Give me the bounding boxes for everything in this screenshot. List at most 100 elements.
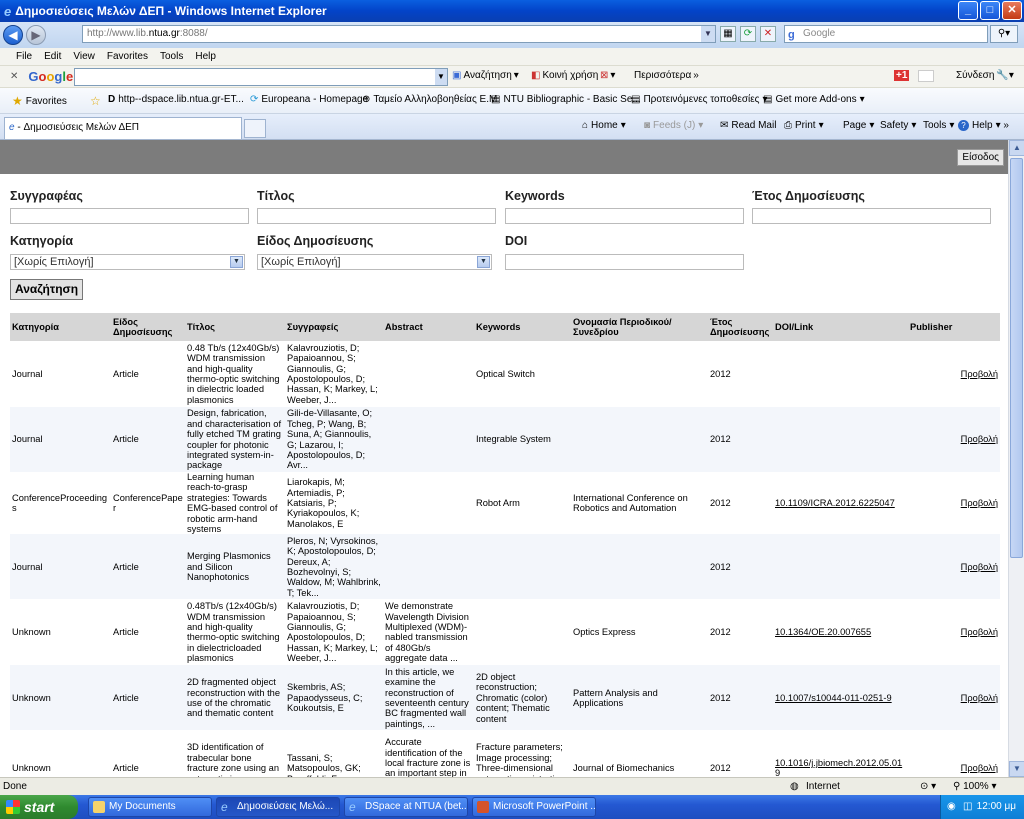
menu-edit[interactable]: Edit (38, 51, 67, 62)
google-toolbar-close-icon[interactable]: ✕ (10, 71, 18, 82)
view-link[interactable]: Προβολή (961, 627, 998, 637)
type-select[interactable]: [Χωρίς Επιλογή] ▼ (257, 254, 492, 270)
fav-ntu-bibliographic[interactable]: ▤ NTU Bibliographic - Basic Se... (491, 94, 641, 105)
wrench-icon[interactable]: 🔧▾ (996, 70, 1013, 81)
google-more-button[interactable]: Περισσότερα » (634, 70, 699, 81)
view-link[interactable]: Προβολή (961, 498, 998, 508)
task-ie-publications[interactable]: e Δημοσιεύσεις Μελώ... (216, 797, 340, 817)
google-toolbar-input[interactable]: ▼ (74, 68, 448, 86)
add-favorite-icon[interactable]: ☆ (90, 94, 101, 108)
cell-journal (571, 341, 708, 407)
help-menu-button[interactable]: ? Help ▾ » (958, 120, 1009, 131)
col-year[interactable]: Έτος Δημοσίευσης (708, 313, 773, 341)
address-dropdown-icon[interactable]: ▼ (701, 26, 715, 42)
favorites-button[interactable]: ★ Favorites (12, 94, 67, 108)
fav-tameio[interactable]: ⊛ Ταμείο Αλληλοβοηθείας Ε.Μ (362, 94, 497, 105)
stop-icon[interactable]: ✕ (760, 26, 776, 42)
search-button[interactable]: Αναζήτηση (10, 279, 84, 300)
address-bar[interactable]: http://www.lib.ntua.gr:8088/ ▼ (82, 25, 716, 43)
gplus-button[interactable]: +1 (894, 70, 910, 81)
chevron-down-icon[interactable]: ▼ (230, 256, 243, 268)
google-search-button[interactable]: ▣ Αναζήτηση ▾ (452, 70, 519, 81)
scroll-thumb[interactable] (1010, 158, 1023, 558)
doi-link[interactable]: 10.1364/OE.20.007655 (775, 627, 871, 637)
task-my-documents[interactable]: My Documents (88, 797, 212, 817)
cell-abstract: We demonstrate Wavelength Division Multi… (385, 601, 469, 664)
author-input[interactable] (10, 208, 249, 224)
browser-search-button[interactable]: ⚲▾ (990, 25, 1018, 43)
task-dspace[interactable]: e DSpace at NTUA (bet... (344, 797, 468, 817)
fav-europeana[interactable]: ⟳ Europeana - Homepage (250, 94, 368, 105)
home-button[interactable]: ⌂ Home ▾ (582, 120, 626, 131)
keywords-label: Keywords (505, 189, 565, 203)
menu-help[interactable]: Help (189, 51, 222, 62)
task-powerpoint[interactable]: Microsoft PowerPoint ... (472, 797, 596, 817)
menu-favorites[interactable]: Favorites (101, 51, 154, 62)
doi-link[interactable]: 10.1007/s10044-011-0251-9 (775, 693, 892, 703)
maximize-button[interactable]: □ (980, 1, 1000, 20)
tools-menu-button[interactable]: Tools ▾ (923, 120, 954, 131)
view-link[interactable]: Προβολή (961, 562, 998, 572)
page-header: Είσοδος (0, 140, 1008, 174)
protected-mode-icon[interactable]: ⊙ ▾ (920, 781, 936, 792)
minimize-button[interactable]: _ (958, 1, 978, 20)
doi-link[interactable]: 10.1109/ICRA.2012.6225047 (775, 498, 895, 508)
cell-view: Προβολή (954, 665, 1000, 731)
login-button[interactable]: Είσοδος (957, 149, 1004, 166)
menu-tools[interactable]: Tools (154, 51, 189, 62)
safety-menu-button[interactable]: Safety ▾ (880, 120, 916, 131)
forward-button[interactable]: ▶ (26, 25, 46, 45)
feeds-button[interactable]: ◙ Feeds (J) ▾ (644, 120, 703, 131)
vertical-scrollbar[interactable]: ▲ ▼ (1008, 140, 1024, 777)
keywords-input[interactable] (505, 208, 744, 224)
tab-active[interactable]: e - Δημοσιεύσεις Μελών ΔΕΠ (4, 117, 242, 139)
col-journal[interactable]: Ονομασία Περιοδικού/Συνεδρίου (571, 313, 708, 341)
col-abstract[interactable]: Abstract (383, 313, 474, 341)
col-authors[interactable]: Συγγραφείς (285, 313, 383, 341)
compatibility-icon[interactable]: ▦ (720, 26, 736, 42)
scroll-down-icon[interactable]: ▼ (1009, 761, 1024, 777)
network-icon[interactable]: ◫ (963, 795, 972, 819)
browser-search-input[interactable]: g Google (784, 25, 988, 43)
close-button[interactable]: ✕ (1002, 1, 1022, 20)
fav-suggested-sites[interactable]: ▤ Προτεινόμενες τοποθεσίες ▾ (631, 94, 768, 105)
view-link[interactable]: Προβολή (961, 763, 998, 773)
chevron-down-icon[interactable]: ▼ (477, 256, 490, 268)
menu-view[interactable]: View (67, 51, 101, 62)
read-mail-button[interactable]: ✉ Read Mail (720, 120, 776, 131)
start-button[interactable]: start (0, 795, 78, 819)
col-type[interactable]: Είδος Δημοσίευσης (111, 313, 185, 341)
view-link[interactable]: Προβολή (961, 693, 998, 703)
scroll-up-icon[interactable]: ▲ (1009, 140, 1024, 156)
fav-dspace[interactable]: Dhttp--dspace.lib.ntua.gr-ET... (108, 94, 244, 105)
refresh-icon[interactable]: ⟳ (740, 26, 756, 42)
back-button[interactable]: ◀ (3, 25, 23, 45)
google-input-dropdown-icon[interactable]: ▼ (435, 69, 447, 85)
cell-authors: Tassani, S; Matsopoulos, GK; Baruffaldi,… (287, 752, 361, 777)
google-signin-button[interactable]: Σύνδεση 🔧▾ (956, 70, 1014, 81)
doi-link[interactable]: 10.1016/j.jbiomech.2012.05.019 (775, 758, 902, 777)
col-keywords[interactable]: Keywords (474, 313, 571, 341)
language-icon[interactable]: ◉ (947, 795, 956, 819)
menu-file[interactable]: File (10, 51, 38, 62)
page-icon: ▤ (631, 94, 641, 105)
fav-addons[interactable]: ▤ Get more Add-ons ▾ (763, 94, 865, 105)
category-select[interactable]: [Χωρίς Επιλογή] ▼ (10, 254, 245, 270)
google-share-button[interactable]: ◧ Κοινή χρήση (531, 70, 598, 81)
col-doi[interactable]: DOI/Link (773, 313, 908, 341)
page-menu-button[interactable]: Page ▾ (843, 120, 874, 131)
ie-logo-icon: e (4, 3, 12, 19)
new-tab-button[interactable] (244, 119, 266, 138)
title-input[interactable] (257, 208, 496, 224)
col-category[interactable]: Κατηγορία (10, 313, 111, 341)
cell-authors: Skembris, AS; Papaodysseus, C; Koukoutsi… (285, 665, 383, 731)
doi-input[interactable] (505, 254, 744, 270)
view-link[interactable]: Προβολή (961, 434, 998, 444)
google-popup-icon[interactable]: ⊠ ▾ (600, 70, 615, 81)
zoom-control[interactable]: ⚲ 100% ▾ (953, 781, 997, 792)
col-title[interactable]: Τίτλος (185, 313, 285, 341)
year-input[interactable] (752, 208, 991, 224)
print-button[interactable]: ⎙ Print ▾ (784, 120, 824, 131)
view-link[interactable]: Προβολή (961, 369, 998, 379)
col-publisher[interactable]: Publisher (908, 313, 954, 341)
